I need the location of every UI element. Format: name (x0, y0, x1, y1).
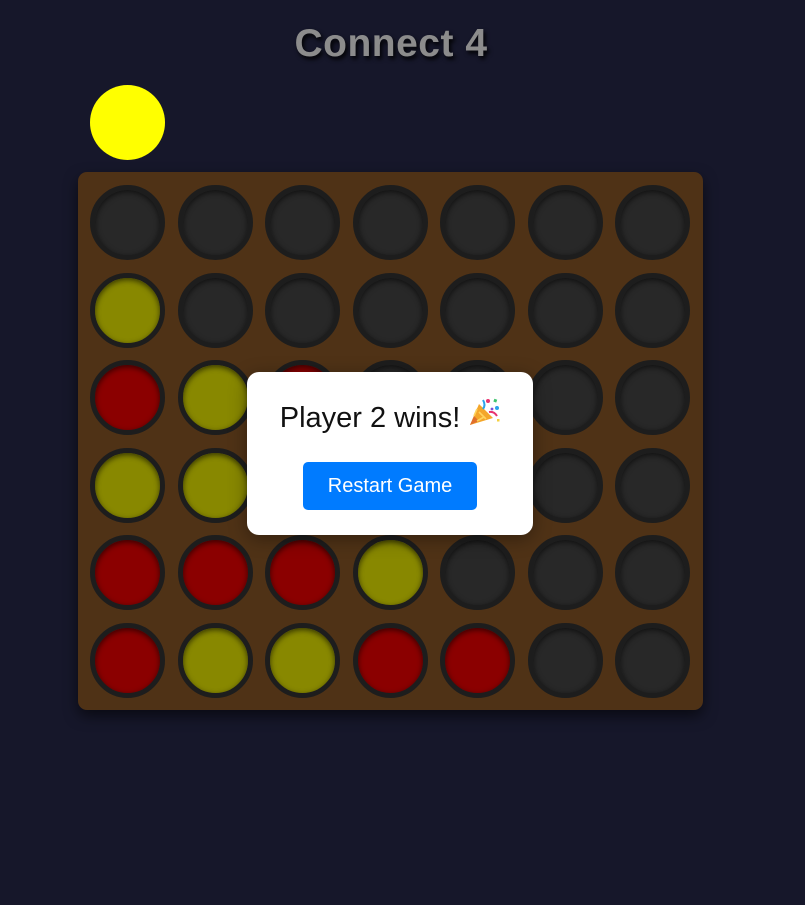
win-message: Player 2 wins! (279, 402, 461, 435)
board-cell-empty[interactable] (178, 273, 253, 348)
board-cell-yellow[interactable] (90, 273, 165, 348)
board-cell-empty[interactable] (528, 360, 603, 435)
board-cell-yellow[interactable] (265, 623, 340, 698)
board-cell-yellow[interactable] (178, 360, 253, 435)
board-cell-red[interactable] (178, 535, 253, 610)
restart-game-button[interactable]: Restart Game (303, 462, 477, 510)
party-popper-icon (468, 397, 500, 436)
win-dialog: Player 2 wins! Restart Game (247, 372, 533, 535)
board-cell-empty[interactable] (528, 448, 603, 523)
board-cell-empty[interactable] (528, 273, 603, 348)
board-cell-yellow[interactable] (178, 448, 253, 523)
board-cell-empty[interactable] (440, 273, 515, 348)
board-cell-empty[interactable] (90, 185, 165, 260)
board-cell-yellow[interactable] (178, 623, 253, 698)
board-cell-empty[interactable] (265, 185, 340, 260)
board-cell-red[interactable] (90, 623, 165, 698)
board-cell-empty[interactable] (440, 535, 515, 610)
board-cell-empty[interactable] (353, 185, 428, 260)
board-cell-red[interactable] (265, 535, 340, 610)
board-cell-empty[interactable] (615, 623, 690, 698)
current-player-piece (90, 85, 165, 160)
board-cell-empty[interactable] (615, 360, 690, 435)
board-cell-empty[interactable] (440, 185, 515, 260)
board-cell-yellow[interactable] (353, 535, 428, 610)
board-cell-empty[interactable] (528, 185, 603, 260)
board-cell-red[interactable] (440, 623, 515, 698)
board-cell-empty[interactable] (178, 185, 253, 260)
board-cell-empty[interactable] (528, 623, 603, 698)
board-cell-red[interactable] (90, 360, 165, 435)
board-cell-empty[interactable] (353, 273, 428, 348)
game-title: Connect 4 (294, 22, 488, 65)
board-cell-yellow[interactable] (90, 448, 165, 523)
board-cell-empty[interactable] (615, 535, 690, 610)
board-cell-empty[interactable] (615, 448, 690, 523)
board-cell-empty[interactable] (528, 535, 603, 610)
board-cell-red[interactable] (90, 535, 165, 610)
board-cell-empty[interactable] (615, 273, 690, 348)
board-cell-red[interactable] (353, 623, 428, 698)
board-cell-empty[interactable] (615, 185, 690, 260)
win-message-row: Player 2 wins! (247, 372, 533, 439)
board-cell-empty[interactable] (265, 273, 340, 348)
